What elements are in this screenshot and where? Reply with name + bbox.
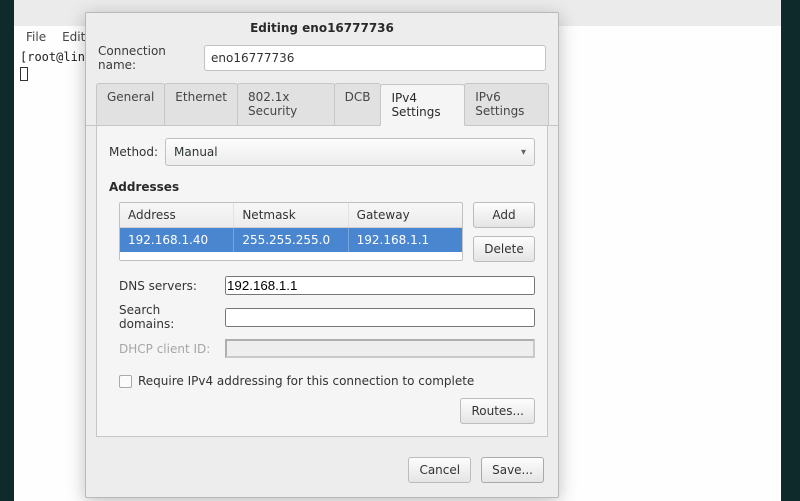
search-domains-label: Search domains:	[119, 303, 219, 331]
cell-gateway[interactable]: 192.168.1.1	[349, 228, 462, 252]
method-label: Method:	[109, 145, 165, 159]
require-ipv4-label: Require IPv4 addressing for this connect…	[138, 374, 474, 388]
terminal-cursor	[20, 67, 28, 81]
tab-panel-ipv4: Method: Manual ▾ Addresses Address Netma…	[96, 126, 548, 437]
routes-button[interactable]: Routes...	[460, 398, 535, 424]
tab-ipv4[interactable]: IPv4 Settings	[380, 84, 465, 126]
dns-label: DNS servers:	[119, 279, 219, 293]
method-combo[interactable]: Manual ▾	[165, 138, 535, 166]
menu-file[interactable]: File	[26, 30, 46, 44]
dhcp-client-id-label: DHCP client ID:	[119, 342, 219, 356]
nm-editor-dialog: Editing eno16777736 Connection name: Gen…	[85, 12, 559, 498]
col-gateway[interactable]: Gateway	[349, 203, 462, 227]
dhcp-client-id-input	[225, 339, 535, 358]
addresses-heading: Addresses	[109, 180, 535, 194]
addresses-header: Address Netmask Gateway	[120, 203, 462, 228]
tab-bar: General Ethernet 802.1x Security DCB IPv…	[86, 83, 558, 126]
tab-general[interactable]: General	[96, 83, 165, 125]
tab-ethernet[interactable]: Ethernet	[164, 83, 238, 125]
cell-netmask[interactable]: 255.255.255.0	[234, 228, 348, 252]
method-value: Manual	[174, 145, 218, 159]
tab-8021x[interactable]: 802.1x Security	[237, 83, 335, 125]
connection-name-label: Connection name:	[98, 44, 204, 72]
tab-ipv6[interactable]: IPv6 Settings	[464, 83, 549, 125]
tab-dcb[interactable]: DCB	[334, 83, 382, 125]
addresses-table[interactable]: Address Netmask Gateway 192.168.1.40 255…	[119, 202, 463, 261]
dialog-title: Editing eno16777736	[86, 13, 558, 41]
col-address[interactable]: Address	[120, 203, 234, 227]
require-ipv4-checkbox[interactable]	[119, 375, 132, 388]
search-domains-input[interactable]	[225, 308, 535, 327]
delete-button[interactable]: Delete	[473, 236, 535, 262]
terminal-prompt: [root@lin	[20, 50, 85, 64]
chevron-down-icon: ▾	[521, 147, 526, 158]
dns-input[interactable]	[225, 276, 535, 295]
menu-edit[interactable]: Edit	[62, 30, 85, 44]
add-button[interactable]: Add	[473, 202, 535, 228]
table-row[interactable]: 192.168.1.40 255.255.255.0 192.168.1.1	[120, 228, 462, 252]
connection-name-input[interactable]	[204, 45, 546, 71]
cell-address[interactable]: 192.168.1.40	[120, 228, 234, 252]
save-button[interactable]: Save...	[481, 457, 544, 483]
cancel-button[interactable]: Cancel	[408, 457, 471, 483]
col-netmask[interactable]: Netmask	[234, 203, 348, 227]
